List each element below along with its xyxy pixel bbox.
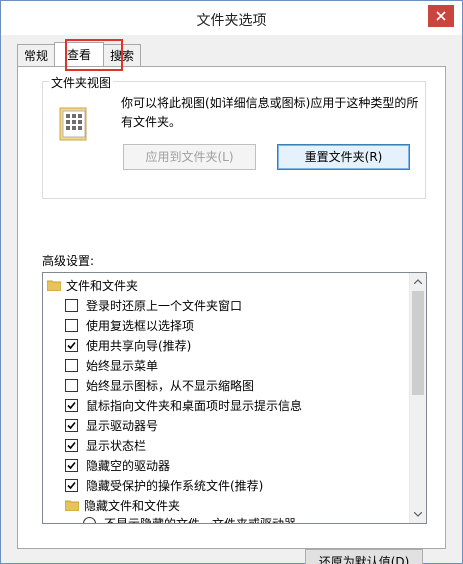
- tab-strip: 常规 查看 搜索: [17, 42, 142, 66]
- tab-view[interactable]: 查看: [54, 42, 105, 66]
- checkmark-icon: [67, 341, 76, 349]
- checkbox-checked[interactable]: [65, 338, 78, 352]
- scroll-up-arrow[interactable]: [410, 273, 426, 290]
- option-label: 登录时还原上一个文件夹窗口: [86, 298, 243, 313]
- folder-icon: [65, 500, 79, 511]
- close-button[interactable]: [428, 5, 454, 27]
- vertical-scrollbar[interactable]: [409, 273, 426, 523]
- option-show-status-bar[interactable]: 显示状态栏: [65, 435, 146, 455]
- checkbox-checked[interactable]: [65, 418, 78, 432]
- checkbox-checked[interactable]: [65, 458, 78, 472]
- option-label: 显示驱动器号: [86, 418, 159, 433]
- option-label: 始终显示图标，从不显示缩略图: [86, 378, 255, 393]
- folder-views-description: 你可以将此视图(如详细信息或图标)应用于这种类型的所有文件夹。: [121, 96, 419, 129]
- tab-search[interactable]: 搜索: [103, 44, 142, 66]
- window-title: 文件夹选项: [196, 13, 267, 29]
- checkbox-unchecked[interactable]: [65, 298, 78, 312]
- apply-to-folders-button[interactable]: 应用到文件夹(L): [123, 144, 256, 170]
- option-use-checkboxes[interactable]: 使用复选框以选择项: [65, 315, 194, 335]
- scroll-thumb[interactable]: [412, 291, 424, 395]
- dialog-body: 常规 查看 搜索 文件夹视图 你可以将此视图(如详细信息或图标)应用于这种类型的…: [1, 35, 462, 564]
- title-bar[interactable]: 文件夹选项: [1, 1, 462, 35]
- checkbox-checked[interactable]: [65, 438, 78, 452]
- option-label: 使用复选框以选择项: [86, 318, 195, 333]
- tree-folder-files-and-folders: 文件和文件夹: [47, 275, 138, 295]
- option-hide-protected-os-files[interactable]: 隐藏受保护的操作系统文件(推荐): [65, 475, 263, 495]
- option-show-popup-descriptions[interactable]: 鼠标指向文件夹和桌面项时显示提示信息: [65, 395, 302, 415]
- option-label: 鼠标指向文件夹和桌面项时显示提示信息: [86, 398, 303, 413]
- folder-view-icon: [59, 107, 87, 141]
- chevron-down-icon: [414, 512, 422, 517]
- folder-views-legend: 文件夹视图: [49, 74, 114, 91]
- option-label: 隐藏空的驱动器: [86, 458, 171, 473]
- folder-options-dialog: 文件夹选项 常规 查看 搜索 文件夹视图 你可以将此视图(如详细信息或图标)应用…: [0, 0, 463, 564]
- advanced-settings-label: 高级设置:: [42, 254, 95, 268]
- tree-item-label: 隐藏文件和文件夹: [84, 498, 181, 513]
- option-sharing-wizard[interactable]: 使用共享向导(推荐): [65, 335, 191, 355]
- chevron-up-icon: [414, 279, 422, 284]
- checkbox-unchecked[interactable]: [65, 318, 78, 332]
- tree-item-label: 文件和文件夹: [66, 278, 139, 293]
- tab-general[interactable]: 常规: [17, 44, 56, 66]
- checkbox-unchecked[interactable]: [65, 378, 78, 392]
- checkbox-checked[interactable]: [65, 478, 78, 492]
- restore-defaults-button[interactable]: 还原为默认值(D): [305, 549, 423, 564]
- advanced-settings-items: 文件和文件夹 登录时还原上一个文件夹窗口 使用复选框以选择项 使用共享向导(推荐…: [43, 273, 409, 523]
- option-label: 使用共享向导(推荐): [86, 338, 192, 353]
- radio-unchecked[interactable]: [83, 516, 96, 523]
- option-always-show-icons[interactable]: 始终显示图标，从不显示缩略图: [65, 375, 254, 395]
- checkmark-icon: [67, 481, 76, 489]
- folder-icon: [47, 280, 61, 291]
- checkmark-icon: [67, 441, 76, 449]
- checkmark-icon: [67, 421, 76, 429]
- option-dont-show-hidden[interactable]: 不显示隐藏的文件、文件夹或驱动器: [83, 513, 296, 523]
- checkmark-icon: [67, 401, 76, 409]
- option-label: 显示状态栏: [86, 438, 147, 453]
- checkbox-unchecked[interactable]: [65, 358, 78, 372]
- option-label: 不显示隐藏的文件、文件夹或驱动器: [104, 515, 296, 524]
- advanced-settings-list[interactable]: 文件和文件夹 登录时还原上一个文件夹窗口 使用复选框以选择项 使用共享向导(推荐…: [42, 272, 427, 524]
- option-hide-empty-drives[interactable]: 隐藏空的驱动器: [65, 455, 170, 475]
- option-show-drive-letters[interactable]: 显示驱动器号: [65, 415, 158, 435]
- folder-views-group: 文件夹视图 你可以将此视图(如详细信息或图标)应用于这种类型的所有文件夹。 应用…: [42, 74, 426, 199]
- view-tab-panel: 文件夹视图 你可以将此视图(如详细信息或图标)应用于这种类型的所有文件夹。 应用…: [17, 66, 446, 564]
- checkbox-checked[interactable]: [65, 398, 78, 412]
- option-restore-folder-windows[interactable]: 登录时还原上一个文件夹窗口: [65, 295, 242, 315]
- option-always-show-menus[interactable]: 始终显示菜单: [65, 355, 158, 375]
- scroll-down-arrow[interactable]: [410, 506, 426, 523]
- tree-folder-hidden-files: 隐藏文件和文件夹: [65, 495, 180, 515]
- option-label: 始终显示菜单: [86, 358, 159, 373]
- close-icon: [436, 11, 446, 21]
- checkmark-icon: [67, 461, 76, 469]
- option-label: 隐藏受保护的操作系统文件(推荐): [86, 478, 264, 493]
- reset-folders-button[interactable]: 重置文件夹(R): [277, 144, 410, 170]
